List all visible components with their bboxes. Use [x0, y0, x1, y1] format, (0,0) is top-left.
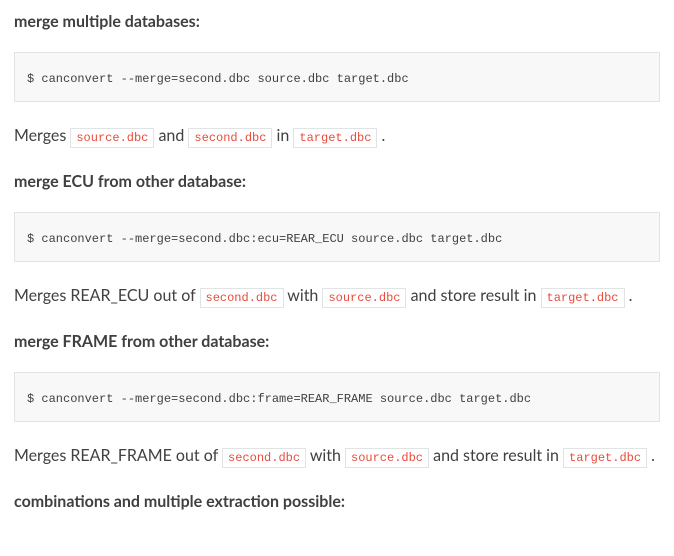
inline-code: source.dbc [322, 288, 406, 308]
section-heading: combinations and multiple extraction pos… [14, 490, 660, 514]
inline-code: second.dbc [222, 448, 306, 468]
code-content: $ canconvert --merge=second.dbc:ecu=REAR… [27, 232, 502, 246]
inline-code: source.dbc [345, 448, 429, 468]
section-heading: merge multiple databases: [14, 10, 660, 34]
inline-code: target.dbc [563, 448, 647, 468]
code-content: $ canconvert --merge=second.dbc source.d… [27, 72, 409, 86]
inline-code: second.dbc [188, 128, 272, 148]
section-heading: merge FRAME from other database: [14, 330, 660, 354]
code-content: $ canconvert --merge=second.dbc:frame=RE… [27, 392, 531, 406]
description-paragraph: Merges source.dbc and second.dbc in targ… [14, 124, 660, 148]
inline-code: source.dbc [70, 128, 154, 148]
code-block: $ canconvert --merge=second.dbc:frame=RE… [14, 372, 660, 422]
description-paragraph: Merges REAR_ECU out of second.dbc with s… [14, 284, 660, 308]
code-block: $ canconvert --merge=second.dbc:ecu=REAR… [14, 212, 660, 262]
description-paragraph: Merges REAR_FRAME out of second.dbc with… [14, 444, 660, 468]
inline-code: second.dbc [200, 288, 284, 308]
inline-code: target.dbc [293, 128, 377, 148]
inline-code: target.dbc [541, 288, 625, 308]
section-heading: merge ECU from other database: [14, 170, 660, 194]
code-block: $ canconvert --merge=second.dbc source.d… [14, 52, 660, 102]
